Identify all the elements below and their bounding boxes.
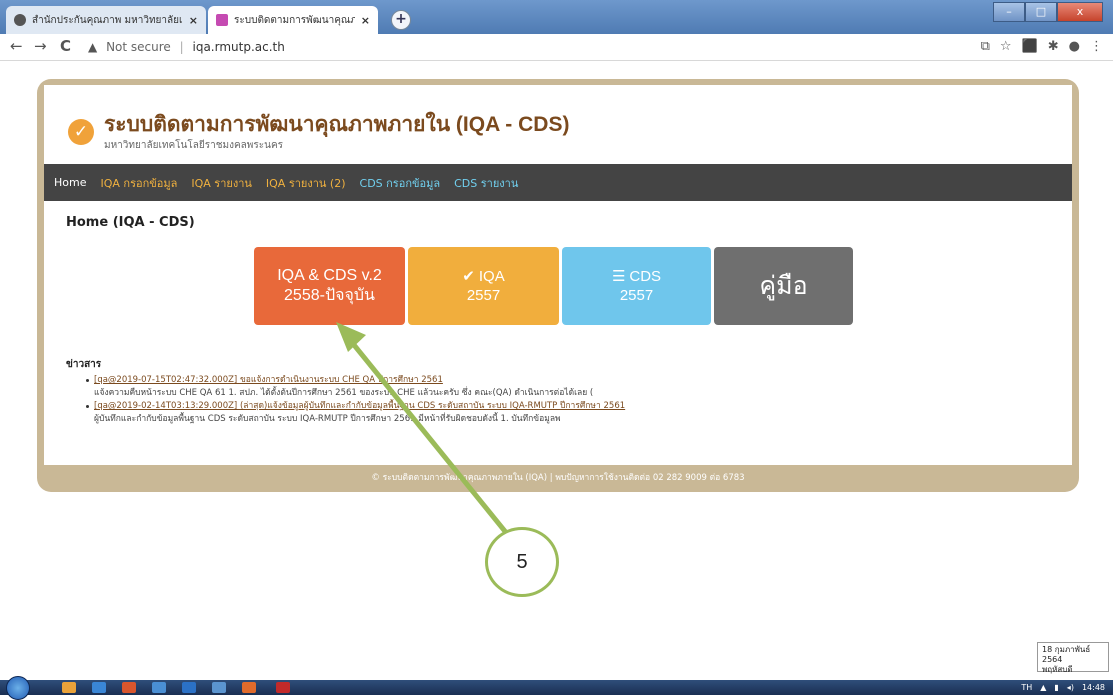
network-icon[interactable]: ▮ xyxy=(1054,683,1058,692)
start-button[interactable] xyxy=(6,676,30,700)
annotation-arrow-line xyxy=(348,338,510,537)
pdf-icon[interactable] xyxy=(276,682,290,693)
app-icon[interactable] xyxy=(182,682,196,693)
date-text: 18 กุมภาพันธ์ 2564 xyxy=(1042,645,1091,664)
ie-icon[interactable] xyxy=(92,682,106,693)
windows-taskbar: TH ▲ ▮ ◂) 14:48 xyxy=(0,676,1113,700)
annotation-overlay xyxy=(336,322,510,537)
volume-icon[interactable]: ◂) xyxy=(1067,683,1074,692)
app-icon[interactable] xyxy=(62,682,76,693)
weekday-text: พฤหัสบดี xyxy=(1042,665,1073,674)
annotation-number-circle: 5 xyxy=(485,527,559,597)
word-icon[interactable] xyxy=(152,682,166,693)
clock[interactable]: 14:48 xyxy=(1082,683,1105,692)
system-tray: TH ▲ ▮ ◂) 14:48 xyxy=(1021,680,1105,695)
annotation-arrowhead xyxy=(336,322,366,352)
chrome-icon[interactable] xyxy=(242,682,256,693)
tray-chevron-icon[interactable]: ▲ xyxy=(1040,683,1046,692)
chrome-icon[interactable] xyxy=(122,682,136,693)
language-indicator[interactable]: TH xyxy=(1021,683,1032,692)
date-tooltip: 18 กุมภาพันธ์ 2564 พฤหัสบดี xyxy=(1037,642,1109,674)
explorer-icon[interactable] xyxy=(212,682,226,693)
